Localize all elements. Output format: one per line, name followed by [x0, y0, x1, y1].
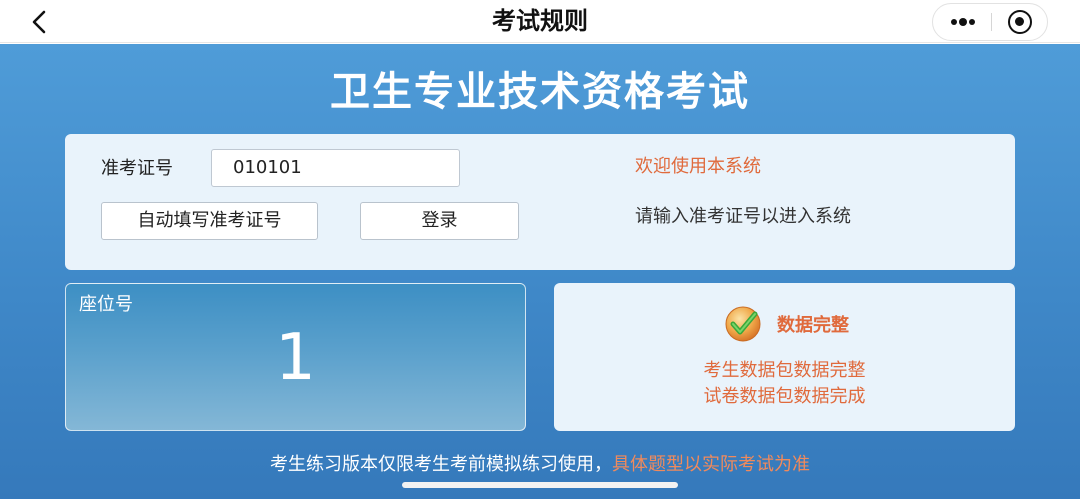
- seat-number: 1: [275, 321, 316, 395]
- data-status-title: 数据完整: [777, 315, 849, 336]
- exam-id-label: 准考证号: [101, 158, 173, 179]
- home-indicator[interactable]: [402, 482, 678, 488]
- seat-panel: 座位号 1: [65, 283, 526, 431]
- candidate-data-status: 考生数据包数据完整: [703, 360, 866, 381]
- footer-note-plain: 考生练习版本仅限考生考前模拟练习使用，: [270, 454, 612, 475]
- more-menu-button[interactable]: [933, 4, 991, 40]
- footer-note: 考生练习版本仅限考生考前模拟练习使用，具体题型以实际考试为准: [0, 452, 1080, 478]
- login-button[interactable]: 登录: [360, 202, 519, 240]
- welcome-text: 欢迎使用本系统: [635, 156, 761, 177]
- check-badge-icon: [725, 306, 761, 342]
- footer-note-accent: 具体题型以实际考试为准: [612, 454, 810, 475]
- exam-id-input[interactable]: 010101: [211, 149, 460, 187]
- paper-data-status: 试卷数据包数据完成: [703, 386, 866, 407]
- main-content: 卫生专业技术资格考试 准考证号 010101 自动填写准考证号 登录 欢迎使用本…: [0, 44, 1080, 499]
- autofill-exam-id-button[interactable]: 自动填写准考证号: [101, 202, 318, 240]
- login-hint-text: 请输入准考证号以进入系统: [635, 206, 851, 227]
- target-circle-icon: [1008, 10, 1032, 34]
- seat-label: 座位号: [79, 294, 133, 315]
- data-status-panel: 数据完整 考生数据包数据完整 试卷数据包数据完成: [554, 283, 1015, 431]
- login-panel: 准考证号 010101 自动填写准考证号 登录 欢迎使用本系统 请输入准考证号以…: [65, 134, 1015, 270]
- page-title: 考试规则: [492, 7, 588, 35]
- close-mini-program-button[interactable]: [992, 4, 1048, 40]
- mini-program-capsule: [932, 3, 1048, 41]
- app-title: 卫生专业技术资格考试: [330, 69, 750, 115]
- top-navbar: 考试规则: [0, 0, 1080, 43]
